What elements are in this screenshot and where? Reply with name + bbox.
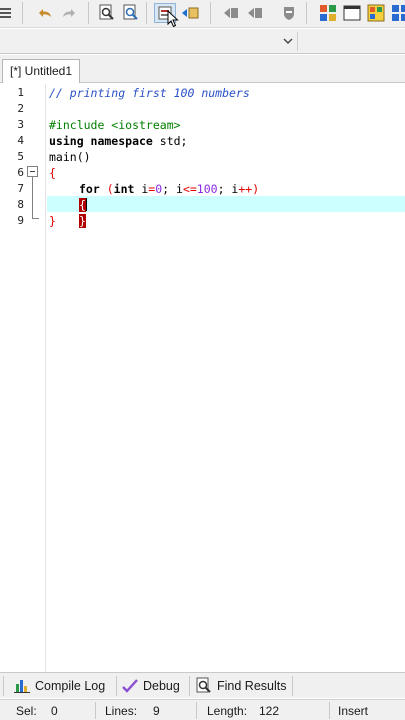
toolbar-separator — [306, 2, 307, 24]
fold-guide-line — [32, 177, 33, 218]
layout-grid-icon[interactable] — [317, 3, 339, 23]
status-separator — [95, 702, 96, 719]
class-browser-bar — [0, 29, 405, 54]
find-icon[interactable] — [96, 3, 118, 23]
grid-icon[interactable] — [389, 3, 405, 23]
panel-separator — [116, 676, 117, 696]
toolbar-separator — [210, 2, 211, 24]
menu-icon[interactable] — [0, 3, 16, 23]
indent-left-icon[interactable] — [220, 3, 242, 23]
current-line-highlight — [47, 196, 405, 212]
chevron-down-icon[interactable] — [281, 34, 295, 48]
panel-separator — [189, 676, 190, 696]
color-grid-icon[interactable] — [365, 3, 387, 23]
status-separator — [196, 702, 197, 719]
tab-untitled1[interactable]: [*] Untitled1 — [2, 59, 81, 83]
code-text: i — [134, 182, 149, 196]
status-sel-value: 0 — [51, 704, 58, 718]
code-text: ; i — [162, 182, 183, 196]
fold-end-marker — [32, 218, 39, 219]
redo-icon[interactable] — [58, 3, 80, 23]
main-toolbar — [0, 0, 405, 28]
code-line-6: { — [49, 165, 56, 181]
find-results-icon — [196, 677, 211, 693]
editor-tabstrip: [*] Untitled1 — [0, 55, 405, 83]
code-symbol: <= — [182, 182, 197, 196]
tab-label: Find Results — [217, 679, 287, 693]
check-icon — [122, 679, 138, 693]
tab-debug[interactable]: Debug — [121, 676, 180, 696]
code-symbol: ) — [252, 182, 260, 196]
tab-label: Debug — [143, 679, 180, 693]
panel-separator — [292, 676, 293, 696]
status-bar: Sel: 0 Lines: 9 Length: 122 Insert — [0, 699, 405, 720]
code-preprocessor: #include <iostream> — [49, 118, 181, 132]
scope-dropdown[interactable] — [0, 32, 298, 51]
code-line-5: main() — [49, 149, 91, 165]
status-insert-mode: Insert — [338, 704, 369, 718]
line-number: 5 — [17, 150, 24, 163]
status-lines-label: Lines: — [105, 704, 138, 718]
line-number: 2 — [17, 102, 24, 115]
line-number: 9 — [17, 214, 24, 227]
tab-label: Compile Log — [35, 679, 106, 693]
code-line-9: } — [49, 213, 56, 229]
bottom-panel-tabs: Compile Log Debug Find Results — [0, 672, 405, 698]
line-number: 6 — [17, 166, 24, 179]
line-number: 4 — [17, 134, 24, 147]
line-number-gutter: 1 2 3 4 5 6 7 8 9 — [0, 84, 46, 672]
matched-brace: { — [79, 198, 86, 212]
indent-right-icon[interactable] — [244, 3, 266, 23]
tab-compile-log[interactable]: Compile Log — [13, 676, 105, 696]
code-number: 100 — [196, 182, 218, 196]
status-length-value: 122 — [259, 704, 280, 718]
replace-icon[interactable] — [120, 3, 142, 23]
code-editor[interactable]: 1 2 3 4 5 6 7 8 9 // printing first 100 … — [0, 84, 405, 672]
bar-chart-icon — [14, 680, 30, 693]
panel-separator — [3, 676, 4, 696]
code-text: ; i — [217, 182, 239, 196]
code-keyword: int — [113, 182, 135, 196]
mouse-cursor-icon — [166, 10, 180, 28]
code-text: main() — [49, 150, 91, 164]
code-line-4: using namespace std; — [49, 133, 187, 149]
status-length-label: Length: — [207, 704, 248, 718]
toolbar-separator — [146, 2, 147, 24]
toolbar-separator — [22, 2, 23, 24]
code-line-3: #include <iostream> — [49, 117, 181, 133]
code-comment: // printing first 100 numbers — [49, 86, 250, 100]
code-line-8: { — [79, 197, 87, 213]
code-symbol: ++ — [238, 182, 253, 196]
matched-brace: } — [79, 214, 86, 228]
status-sel-label: Sel: — [16, 704, 37, 718]
undo-icon[interactable] — [34, 3, 56, 23]
toolbar-separator — [88, 2, 89, 24]
code-symbol: ( — [99, 182, 114, 196]
line-number: 8 — [17, 198, 24, 211]
code-line-7: for (int i=0; i<=100; i++) — [79, 181, 259, 197]
code-brace: { — [49, 166, 56, 180]
status-lines-value: 9 — [153, 704, 160, 718]
window-icon[interactable] — [341, 3, 363, 23]
fold-collapse-icon[interactable] — [27, 166, 38, 177]
code-line-1: // printing first 100 numbers — [49, 85, 250, 101]
tab-find-results[interactable]: Find Results — [195, 676, 286, 696]
shield-icon[interactable] — [278, 3, 300, 23]
code-keyword: using namespace — [49, 134, 153, 148]
line-number: 1 — [17, 86, 24, 99]
code-keyword: for — [79, 182, 100, 196]
text-cursor — [85, 198, 87, 211]
code-line-9-brace: } — [79, 213, 86, 229]
line-number: 3 — [17, 118, 24, 131]
code-brace: } — [49, 214, 56, 228]
bookmark-icon[interactable] — [179, 3, 201, 23]
code-text: std; — [152, 134, 188, 148]
status-separator — [329, 702, 330, 719]
line-number: 7 — [17, 182, 24, 195]
